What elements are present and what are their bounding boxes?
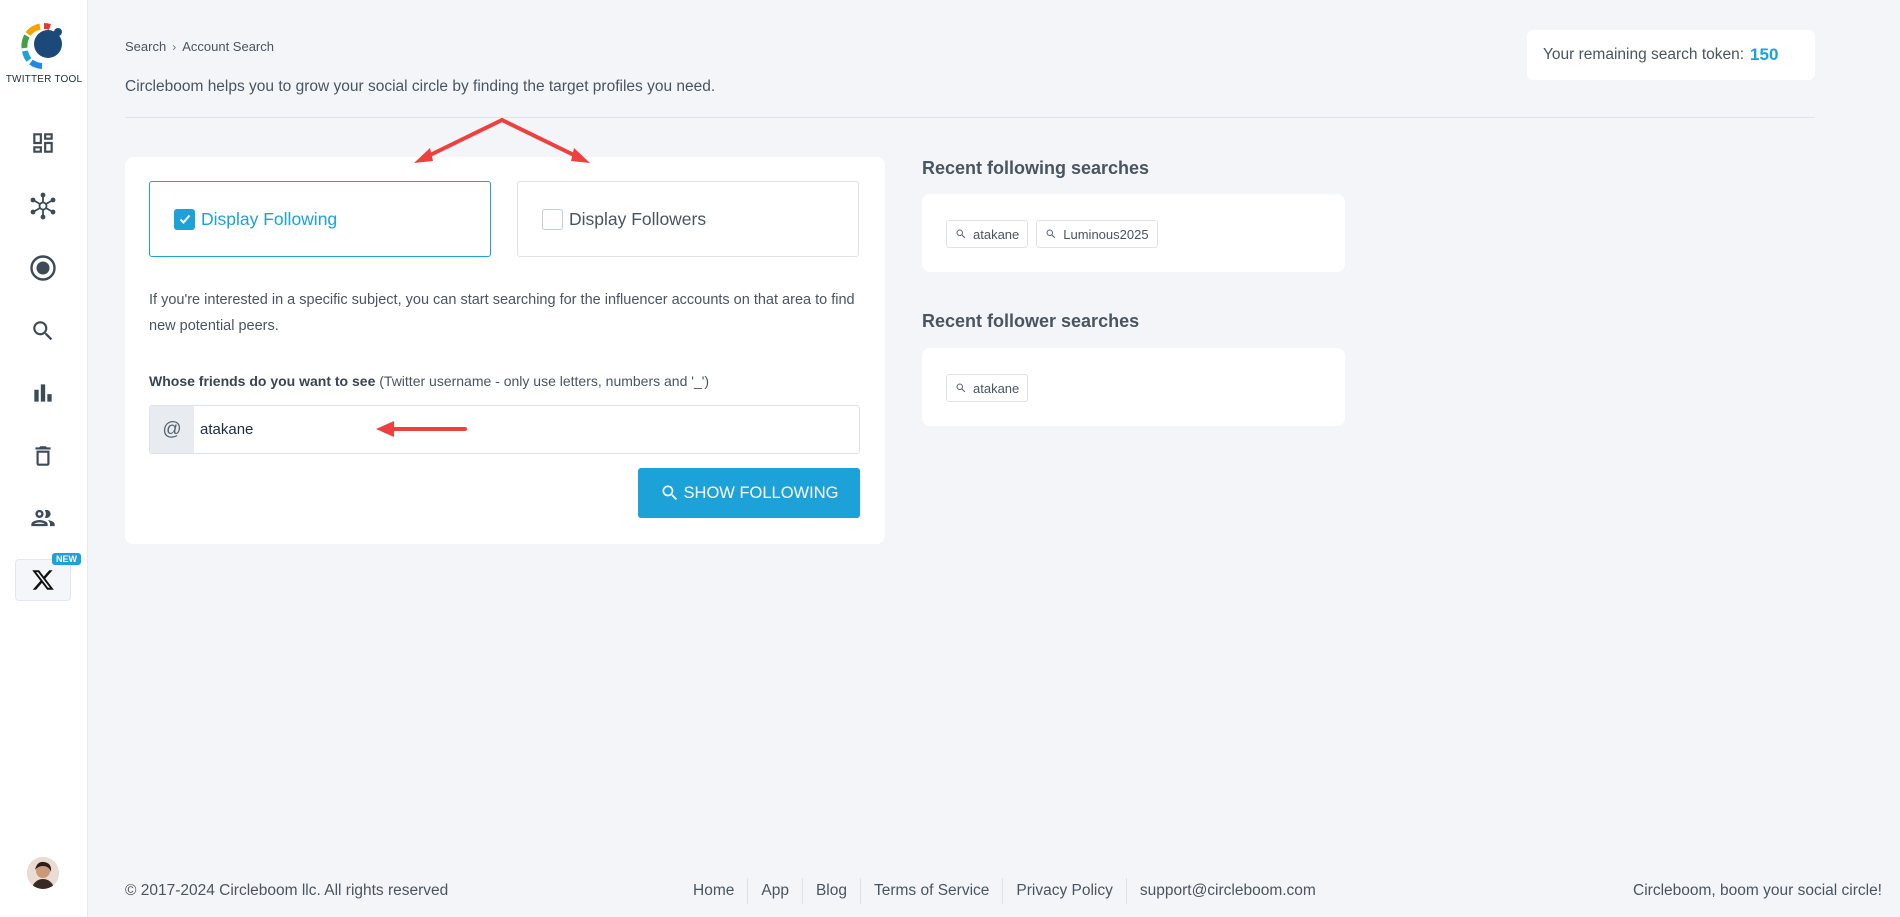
sidebar-item-delete[interactable] [23, 436, 63, 476]
sidebar-item-users[interactable] [23, 498, 63, 538]
search-icon [956, 229, 966, 239]
search-card: Display Following Display Followers If y… [125, 157, 885, 544]
recent-follower-tag[interactable]: atakane [946, 374, 1029, 402]
footer-link-privacy[interactable]: Privacy Policy [1002, 878, 1125, 904]
search-icon [956, 383, 966, 393]
people-icon [31, 509, 55, 527]
chevron-right-icon: › [172, 39, 177, 54]
display-followers-option[interactable]: Display Followers [517, 181, 859, 257]
logo-text: TWITTER TOOL [5, 74, 83, 85]
footer-tagline: Circleboom, boom your social circle! [1633, 882, 1882, 899]
breadcrumb-search[interactable]: Search [125, 39, 166, 54]
sidebar-item-dashboard[interactable] [23, 123, 63, 163]
recent-follower-title: Recent follower searches [922, 311, 1140, 331]
recent-following-title: Recent following searches [922, 158, 1150, 178]
search-icon [662, 485, 677, 501]
username-field-label: Whose friends do you want to see (Twitte… [149, 373, 709, 389]
token-label: Your remaining search token: [1543, 46, 1745, 63]
circleboom-logo-icon [21, 23, 62, 69]
token-box: Your remaining search token: 150 [1527, 30, 1815, 80]
recent-following-tag[interactable]: Luminous2025 [1036, 220, 1158, 248]
footer-links: Home App Blog Terms of Service Privacy P… [680, 878, 1329, 904]
header-divider [125, 117, 1815, 118]
breadcrumb: Search › Account Search [125, 39, 274, 54]
tag-label: Luminous2025 [1063, 226, 1149, 242]
footer-link-terms[interactable]: Terms of Service [859, 878, 1002, 904]
sidebar: TWITTER TOOL NEW [0, 0, 88, 917]
sidebar-item-x[interactable]: NEW [15, 553, 81, 601]
display-following-option[interactable]: Display Following [149, 181, 491, 257]
at-prefix: @ [150, 406, 194, 453]
sidebar-item-search[interactable] [23, 311, 63, 351]
recent-follower-box: atakane [922, 348, 1345, 426]
footer-link-support[interactable]: support@circleboom.com [1125, 878, 1329, 904]
token-value: 150 [1750, 45, 1779, 64]
bar-chart-icon [34, 384, 52, 402]
search-icon [33, 321, 53, 341]
username-input[interactable] [194, 406, 859, 453]
sidebar-item-circle[interactable] [23, 186, 63, 226]
new-badge: NEW [52, 553, 81, 565]
label-bold: Whose friends do you want to see [149, 373, 376, 389]
user-avatar-icon [27, 857, 59, 889]
username-input-group: @ [149, 405, 860, 454]
x-logo-icon [32, 570, 54, 590]
avatar[interactable] [27, 857, 59, 889]
trash-icon [35, 446, 51, 466]
display-following-label: Display Following [201, 208, 338, 229]
search-icon [1046, 229, 1056, 239]
show-following-button[interactable]: SHOW FOLLOWING [638, 468, 860, 518]
tag-label: atakane [973, 380, 1020, 396]
show-following-label: SHOW FOLLOWING [683, 483, 839, 502]
breadcrumb-account-search: Account Search [182, 39, 274, 54]
page-subtitle: Circleboom helps you to grow your social… [125, 78, 716, 95]
recent-following-box: atakane Luminous2025 [922, 194, 1345, 272]
followers-checkbox[interactable] [542, 208, 563, 230]
footer-link-app[interactable]: App [747, 878, 802, 904]
tag-label: atakane [973, 226, 1020, 242]
annotation-arrow-right [500, 118, 582, 160]
footer-link-home[interactable]: Home [680, 878, 747, 904]
check-icon [179, 214, 190, 224]
footer-copyright: © 2017-2024 Circleboom llc. All rights r… [125, 882, 449, 899]
sidebar-item-analytics[interactable] [23, 373, 63, 413]
annotation-arrow-left [422, 118, 504, 160]
display-followers-label: Display Followers [569, 208, 707, 229]
network-icon [30, 192, 56, 220]
recent-following-tag[interactable]: atakane [946, 220, 1029, 248]
description-text: If you're interested in a specific subje… [149, 292, 855, 334]
radio-target-icon [30, 255, 56, 281]
footer-link-blog[interactable]: Blog [801, 878, 860, 904]
sidebar-item-record[interactable] [23, 248, 63, 288]
label-hint: (Twitter username - only use letters, nu… [379, 373, 710, 389]
following-checkbox[interactable] [174, 208, 195, 230]
dashboard-icon [33, 133, 53, 153]
logo[interactable]: TWITTER TOOL [0, 22, 88, 85]
